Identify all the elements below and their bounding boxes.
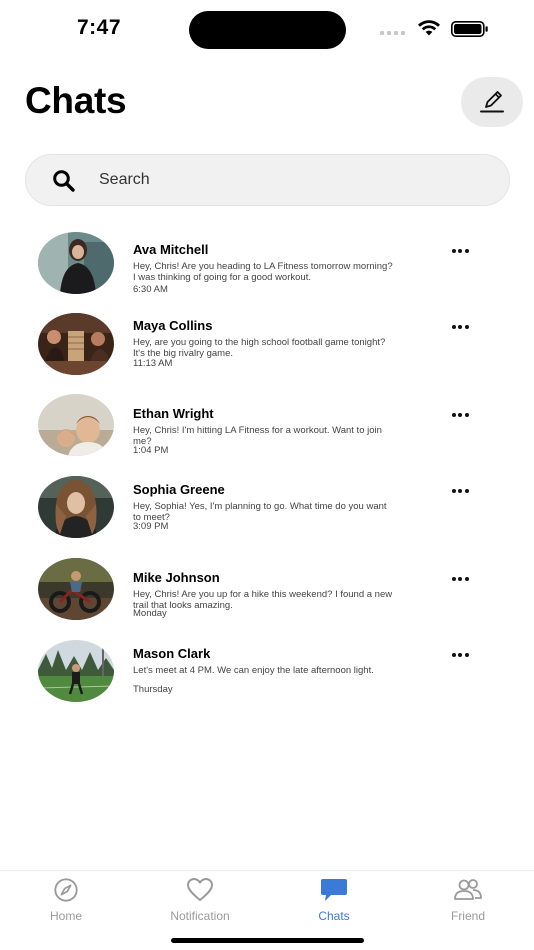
- avatar: [38, 394, 114, 456]
- search-icon: [53, 170, 75, 192]
- tab-chats[interactable]: Chats: [274, 877, 394, 927]
- more-options-button[interactable]: [449, 486, 471, 496]
- heart-icon: [187, 878, 213, 901]
- chat-item-mike-johnson[interactable]: Mike Johnson Hey, Chris! Are you up for …: [0, 558, 534, 646]
- chat-item-maya-collins[interactable]: Maya Collins Hey, are you going to the h…: [0, 313, 534, 394]
- tab-label: Notification: [170, 909, 230, 923]
- people-icon: [454, 879, 482, 900]
- chat-name: Ethan Wright: [133, 406, 214, 421]
- tab-home[interactable]: Home: [6, 877, 126, 927]
- chat-message-preview: Hey, are you going to the high school fo…: [133, 337, 386, 359]
- chat-item-sophia-greene[interactable]: Sophia Greene Hey, Sophia! Yes, I'm plan…: [0, 476, 534, 558]
- more-options-button[interactable]: [449, 410, 471, 420]
- tab-label: Chats: [318, 909, 350, 923]
- avatar: [38, 232, 114, 294]
- chat-name: Maya Collins: [133, 318, 213, 333]
- avatar: [38, 476, 114, 538]
- page-title: Chats: [25, 80, 127, 121]
- chat-message-preview: Hey, Chris! Are you up for a hike this w…: [133, 589, 393, 611]
- more-options-button[interactable]: [449, 322, 471, 332]
- home-indicator: [171, 938, 364, 943]
- chat-message-preview: Hey, Chris! I'm hitting LA Fitness for a…: [133, 425, 382, 447]
- battery-icon: [451, 21, 488, 37]
- chat-message-preview: Hey, Sophia! Yes, I'm planning to go. Wh…: [133, 501, 387, 523]
- chat-timestamp: 1:04 PM: [133, 445, 169, 456]
- chat-bubble-icon: [321, 879, 347, 901]
- chat-name: Mason Clark: [133, 646, 211, 661]
- avatar: [38, 558, 114, 620]
- chat-timestamp: 11:13 AM: [133, 358, 173, 369]
- avatar: [38, 313, 114, 375]
- chat-item-ava-mitchell[interactable]: Ava Mitchell Hey, Chris! Are you heading…: [0, 232, 534, 318]
- tab-friend[interactable]: Friend: [408, 877, 528, 927]
- compass-icon: [54, 878, 78, 902]
- search-input[interactable]: [99, 155, 479, 205]
- status-time: 7:47: [77, 16, 122, 39]
- chat-timestamp: 6:30 AM: [133, 284, 168, 295]
- chat-timestamp: Thursday: [133, 684, 173, 695]
- pencil-icon: [480, 91, 504, 113]
- wifi-icon: [418, 20, 440, 36]
- status-bar: 7:47: [0, 0, 534, 60]
- compose-button[interactable]: [461, 77, 523, 127]
- more-options-button[interactable]: [449, 246, 471, 256]
- more-options-button[interactable]: [449, 574, 471, 584]
- avatar: [38, 640, 114, 702]
- chat-message-preview: Hey, Chris! Are you heading to LA Fitnes…: [133, 261, 393, 283]
- search-bar[interactable]: [25, 154, 510, 206]
- chat-timestamp: 3:09 PM: [133, 521, 169, 532]
- chat-name: Sophia Greene: [133, 482, 225, 497]
- tab-label: Friend: [450, 909, 485, 923]
- chat-timestamp: Monday: [133, 608, 167, 619]
- more-options-button[interactable]: [449, 650, 471, 660]
- tab-label: Home: [49, 909, 82, 923]
- chat-name: Ava Mitchell: [133, 242, 209, 257]
- chat-item-mason-clark[interactable]: Mason Clark Let's meet at 4 PM. We can e…: [0, 640, 534, 722]
- chat-name: Mike Johnson: [133, 570, 220, 585]
- tab-notification[interactable]: Notification: [140, 877, 260, 927]
- dynamic-island: [189, 11, 346, 49]
- chat-message-preview: Let's meet at 4 PM. We can enjoy the lat…: [133, 665, 374, 676]
- cellular-signal-icon: [380, 31, 405, 35]
- chat-item-ethan-wright[interactable]: Ethan Wright Hey, Chris! I'm hitting LA …: [0, 394, 534, 482]
